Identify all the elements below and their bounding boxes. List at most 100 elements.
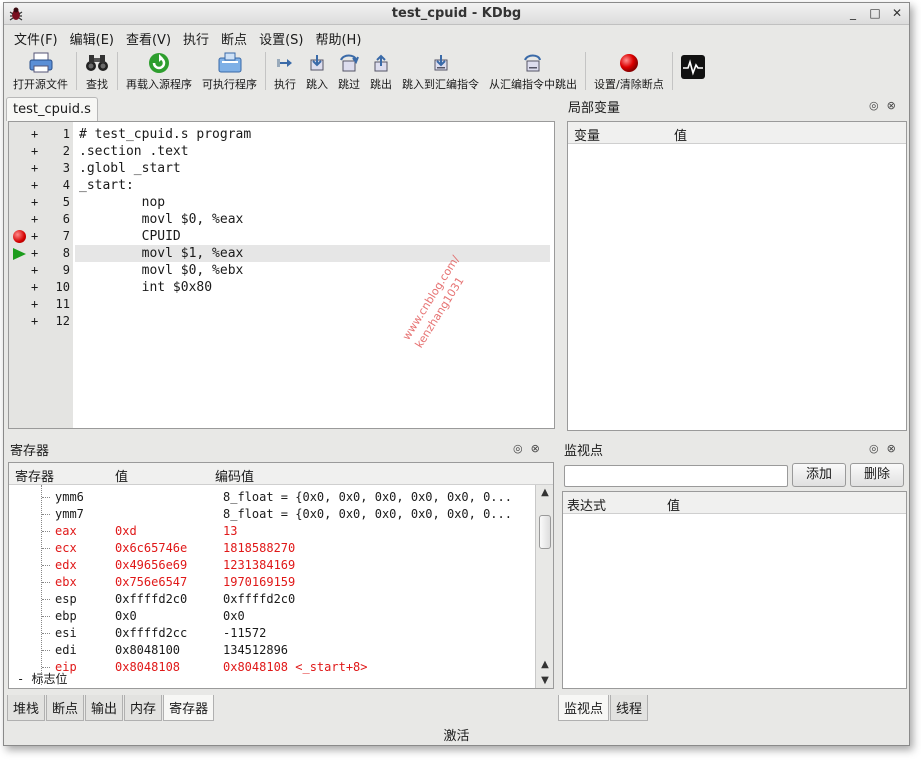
menu-view[interactable]: 查看(V) (122, 26, 179, 48)
tab-registers[interactable]: 寄存器 (163, 695, 215, 721)
registers-tree[interactable]: 寄存器 值 编码值 ymm6 8_float = {0x0, 0x0, 0x0, … (8, 462, 554, 689)
expand-line-icon[interactable]: + (31, 160, 38, 177)
expand-line-icon[interactable]: + (31, 143, 38, 160)
watch-col-expression[interactable]: 表达式 (567, 495, 606, 514)
gutter-line[interactable]: +3 (9, 160, 73, 177)
gutter-line[interactable]: +11 (9, 296, 73, 313)
step-into-asm-button[interactable]: 跳入到汇编指令 (397, 49, 484, 92)
gutter-line[interactable]: +7 (9, 228, 73, 245)
expand-line-icon[interactable]: + (31, 211, 38, 228)
step-over-button[interactable]: 跳过 (333, 49, 365, 92)
register-row[interactable]: ymm7 8_float = {0x0, 0x0, 0x0, 0x0, 0x0, … (9, 506, 529, 523)
gutter-line[interactable]: +1 (9, 126, 73, 143)
expand-line-icon[interactable]: + (31, 245, 38, 262)
code-line[interactable] (75, 296, 550, 313)
maximize-button[interactable]: □ (869, 6, 881, 20)
code-line[interactable] (75, 313, 550, 330)
tab-watch[interactable]: 监视点 (558, 695, 610, 721)
flags-group-row[interactable]: - 标志位 (9, 671, 529, 688)
step-out-asm-button[interactable]: 从汇编指令中跳出 (484, 49, 582, 92)
menu-help[interactable]: 帮助(H) (311, 26, 369, 48)
watch-expression-input[interactable] (564, 465, 788, 487)
tab-threads[interactable]: 线程 (610, 695, 649, 721)
find-button[interactable]: 查找 (80, 49, 114, 92)
gutter-line[interactable]: +12 (9, 313, 73, 330)
code-line[interactable]: _start: (75, 177, 550, 194)
executable-button[interactable]: 可执行程序 (197, 49, 262, 92)
gutter-line[interactable]: +6 (9, 211, 73, 228)
registers-col-register[interactable]: 寄存器 (15, 466, 54, 485)
source-file-tab[interactable]: test_cpuid.s (6, 97, 98, 121)
register-row[interactable]: eax 0xd 13 (9, 523, 529, 540)
register-row[interactable]: ecx 0x6c65746e 1818588270 (9, 540, 529, 557)
toggle-breakpoint-button[interactable]: 设置/清除断点 (589, 49, 669, 92)
step-out-button[interactable]: 跳出 (365, 49, 397, 92)
register-row[interactable]: edx 0x49656e69 1231384169 (9, 557, 529, 574)
tab-breakpoints[interactable]: 断点 (46, 695, 85, 721)
registers-col-value[interactable]: 值 (115, 466, 128, 485)
menu-file[interactable]: 文件(F) (10, 26, 66, 48)
minimize-button[interactable]: _ (847, 6, 859, 20)
float-panel-icon[interactable]: ◎ (513, 442, 523, 455)
code-line[interactable]: movl $0, %eax (75, 211, 550, 228)
watch-col-value[interactable]: 值 (667, 495, 680, 514)
code-line[interactable]: nop (75, 194, 550, 211)
locals-tree[interactable]: 变量 值 (567, 121, 907, 431)
expand-line-icon[interactable]: + (31, 126, 38, 143)
reload-source-button[interactable]: 再载入源程序 (121, 49, 197, 92)
breakpoint-marker-icon[interactable] (13, 230, 26, 243)
locals-col-variable[interactable]: 变量 (574, 125, 600, 144)
locals-col-value[interactable]: 值 (674, 125, 687, 144)
add-watch-button[interactable]: 添加 (792, 463, 846, 487)
gutter-line[interactable]: +10 (9, 279, 73, 296)
watch-tree[interactable]: 表达式 值 (562, 491, 907, 689)
expand-line-icon[interactable]: + (31, 279, 38, 296)
source-editor[interactable]: +1 +2 +3 +4 +5 +6 +7 +8 +9 +10 +11 +12 # test_cpuid… (8, 121, 555, 429)
code-line[interactable]: .globl _start (75, 160, 550, 177)
expand-line-icon[interactable]: + (31, 228, 38, 245)
expand-line-icon[interactable]: + (31, 313, 38, 330)
activity-button[interactable] (676, 49, 710, 82)
expand-line-icon[interactable]: + (31, 194, 38, 211)
scrollbar-thumb[interactable] (539, 515, 551, 549)
code-line[interactable]: CPUID (75, 228, 550, 245)
code-line[interactable]: movl $1, %eax (75, 245, 550, 262)
scroll-up-icon[interactable]: ▲ (536, 487, 553, 498)
step-into-button[interactable]: 跳入 (301, 49, 333, 92)
close-panel-icon[interactable]: ⊗ (887, 99, 896, 112)
float-panel-icon[interactable]: ◎ (869, 99, 879, 112)
expand-line-icon[interactable]: + (31, 262, 38, 279)
registers-col-decoded[interactable]: 编码值 (215, 466, 254, 485)
gutter-line[interactable]: +2 (9, 143, 73, 160)
run-button[interactable]: 执行 (269, 49, 301, 92)
tab-output[interactable]: 输出 (85, 695, 124, 721)
close-panel-icon[interactable]: ⊗ (531, 442, 540, 455)
register-row[interactable]: edi 0x8048100 134512896 (9, 642, 529, 659)
tab-stack[interactable]: 堆栈 (7, 695, 46, 721)
gutter-line[interactable]: +5 (9, 194, 73, 211)
expand-line-icon[interactable]: + (31, 177, 38, 194)
register-row[interactable]: ebp 0x0 0x0 (9, 608, 529, 625)
gutter-line[interactable]: +9 (9, 262, 73, 279)
gutter-line[interactable]: +4 (9, 177, 73, 194)
expand-line-icon[interactable]: + (31, 296, 38, 313)
source-code-area[interactable]: # test_cpuid.s program .section .text .glo… (75, 122, 554, 428)
scroll-up-icon[interactable]: ▲ (536, 659, 553, 670)
code-line[interactable]: .section .text (75, 143, 550, 160)
close-panel-icon[interactable]: ⊗ (887, 442, 896, 455)
open-source-button[interactable]: 打开源文件 (8, 49, 73, 92)
close-button[interactable]: ✕ (891, 6, 903, 20)
menu-breakpoint[interactable]: 断点 (217, 26, 255, 48)
menu-edit[interactable]: 编辑(E) (66, 26, 122, 48)
register-row[interactable]: ebx 0x756e6547 1970169159 (9, 574, 529, 591)
tab-memory[interactable]: 内存 (124, 695, 163, 721)
gutter-line[interactable]: +8 (9, 245, 73, 262)
float-panel-icon[interactable]: ◎ (869, 442, 879, 455)
register-row[interactable]: esp 0xffffd2c0 0xffffd2c0 (9, 591, 529, 608)
code-line[interactable]: # test_cpuid.s program (75, 126, 550, 143)
code-line[interactable]: int $0x80 (75, 279, 550, 296)
register-row[interactable]: esi 0xffffd2cc -11572 (9, 625, 529, 642)
register-row[interactable]: ymm6 8_float = {0x0, 0x0, 0x0, 0x0, 0x0, … (9, 489, 529, 506)
registers-scrollbar[interactable]: ▲ ▲ ▼ (535, 485, 553, 688)
scroll-down-icon[interactable]: ▼ (536, 675, 553, 686)
